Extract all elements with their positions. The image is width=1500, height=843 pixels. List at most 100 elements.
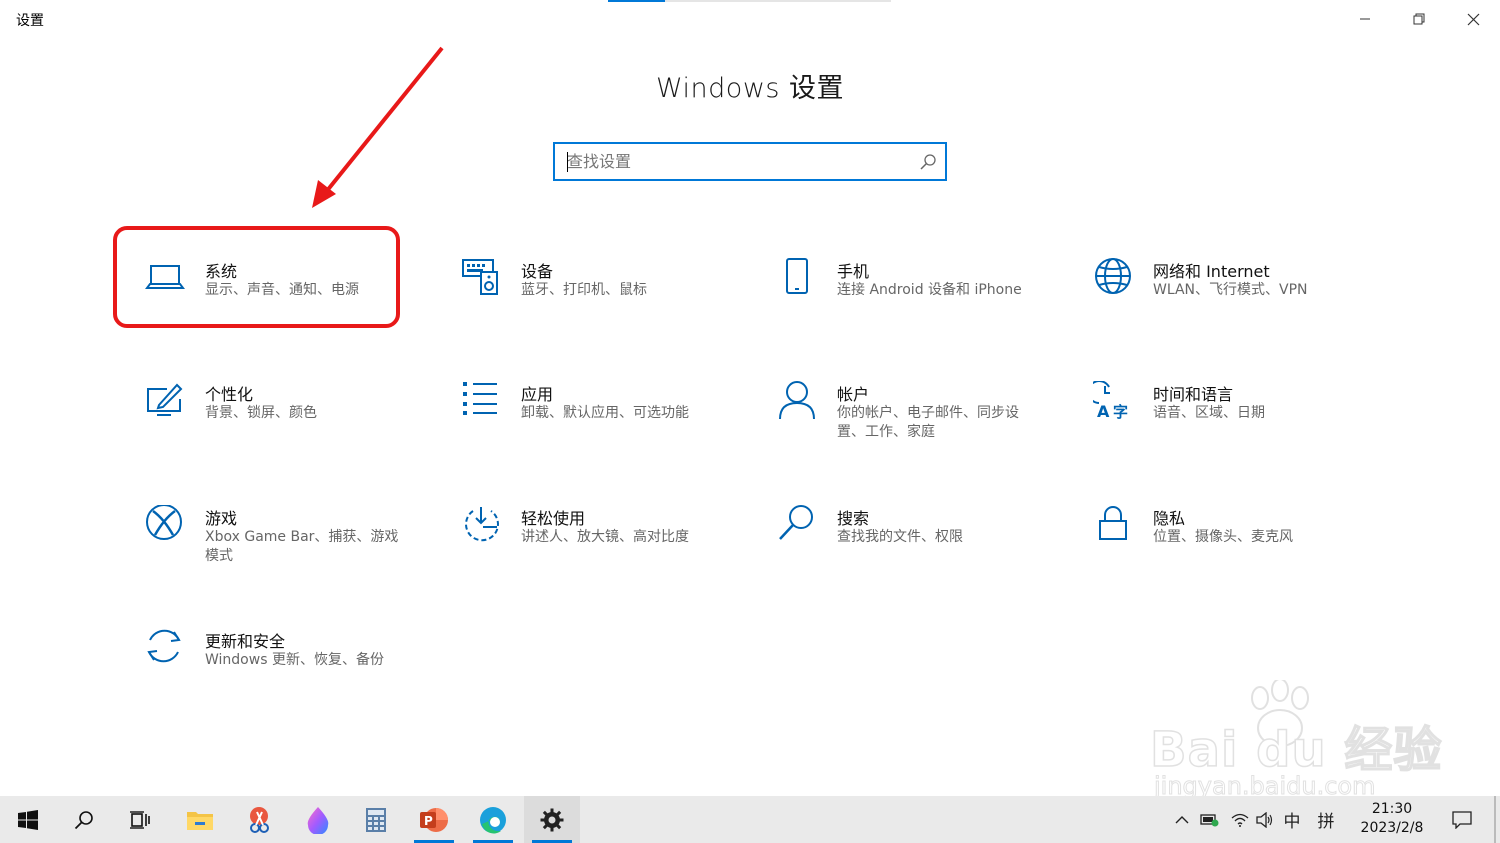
tile-description: 卸载、默认应用、可选功能	[521, 405, 689, 421]
paint-icon	[307, 806, 329, 834]
powerpoint-icon: P	[420, 807, 448, 832]
taskbar: P 中 拼 21:30 2023/2/8	[0, 796, 1500, 843]
settings-icon	[540, 808, 564, 831]
tile-description: 位置、摄像头、麦克风	[1153, 529, 1293, 545]
tile-privacy[interactable]: 隐私 位置、摄像头、麦克风	[1093, 505, 1393, 595]
page-title: Windows 设置	[655, 73, 845, 104]
tile-phone[interactable]: 手机 连接 Android 设备和 iPhone	[777, 258, 1077, 348]
annotation-highlight-box	[113, 226, 400, 328]
tile-network[interactable]: 网络和 Internet WLAN、飞行模式、VPN	[1093, 258, 1393, 348]
notification-icon	[1452, 810, 1472, 829]
pen-monitor-icon	[145, 381, 185, 421]
tile-personalization[interactable]: 个性化 背景、锁屏、颜色	[145, 381, 445, 471]
tile-title: 轻松使用	[521, 509, 586, 528]
start-icon	[18, 809, 38, 830]
volume-icon	[1256, 811, 1273, 828]
tile-accounts[interactable]: 帐户 你的帐户、电子邮件、同步设置、工作、家庭	[777, 381, 1077, 471]
tile-title: 游戏	[205, 509, 238, 528]
tile-update-security[interactable]: 更新和安全 Windows 更新、恢复、备份	[145, 628, 445, 718]
tile-title: 隐私	[1153, 509, 1186, 528]
keyboard-speaker-icon	[461, 258, 501, 298]
clock-date: 2023/2/8	[1360, 820, 1424, 836]
tile-description: 蓝牙、打印机、鼠标	[521, 282, 647, 298]
taskbar-search-button[interactable]	[56, 796, 112, 843]
svg-text:A: A	[1097, 402, 1110, 421]
tile-search[interactable]: 搜索 查找我的文件、权限	[777, 505, 1077, 595]
task-view-button[interactable]	[112, 796, 168, 843]
show-hidden-icons-button[interactable]	[1170, 796, 1194, 843]
edge-button[interactable]	[465, 796, 521, 843]
tile-gaming[interactable]: 游戏 Xbox Game Bar、捕获、游戏模式	[145, 505, 445, 595]
snipping-icon	[250, 806, 269, 833]
tile-description: 讲述人、放大镜、高对比度	[521, 529, 689, 545]
ease-of-access-icon	[461, 505, 501, 545]
restore-button[interactable]	[1392, 0, 1446, 38]
file-explorer-button[interactable]	[172, 796, 228, 843]
close-button[interactable]	[1446, 0, 1500, 38]
minimize-button[interactable]	[1338, 0, 1392, 38]
search-icon[interactable]	[919, 153, 937, 175]
volume-tray-button[interactable]	[1254, 796, 1276, 843]
xbox-icon	[145, 505, 185, 545]
tile-title: 应用	[521, 385, 554, 404]
edge-icon	[480, 806, 506, 833]
loading-track	[665, 0, 891, 2]
tile-ease-of-access[interactable]: 轻松使用 讲述人、放大镜、高对比度	[461, 505, 761, 595]
search-input[interactable]	[567, 144, 907, 179]
lock-icon	[1093, 505, 1133, 545]
search-icon	[74, 810, 93, 829]
snipping-tool-button[interactable]	[231, 796, 287, 843]
restore-icon	[1413, 13, 1425, 25]
tile-description: Xbox Game Bar、捕获、游戏模式	[205, 529, 399, 564]
wifi-icon	[1231, 813, 1249, 827]
app-list-icon	[461, 381, 501, 421]
globe-icon	[1093, 258, 1133, 298]
tile-title: 个性化	[205, 385, 254, 404]
search-box[interactable]	[553, 142, 947, 181]
tile-description: 背景、锁屏、颜色	[205, 405, 317, 421]
wifi-tray-button[interactable]	[1228, 796, 1252, 843]
tile-title: 手机	[837, 262, 870, 281]
taskbar-clock[interactable]: 21:30 2023/2/8	[1352, 800, 1432, 838]
phone-icon	[777, 258, 817, 298]
tile-title: 帐户	[837, 385, 870, 404]
tile-description: 查找我的文件、权限	[837, 529, 963, 545]
tile-title: 更新和安全	[205, 632, 286, 651]
file-explorer-icon	[187, 811, 213, 830]
person-icon	[777, 381, 817, 421]
svg-text:P: P	[424, 814, 433, 828]
tile-devices[interactable]: 设备 蓝牙、打印机、鼠标	[461, 258, 761, 348]
window-title: 设置	[16, 13, 44, 29]
tile-description: 你的帐户、电子邮件、同步设置、工作、家庭	[837, 405, 1019, 440]
title-bar: 设置	[0, 0, 1500, 38]
tile-title: 设备	[521, 262, 554, 281]
calculator-icon	[366, 807, 386, 832]
battery-tray-button[interactable]	[1198, 796, 1222, 843]
tile-description: 语音、区域、日期	[1153, 405, 1265, 421]
tile-description: Windows 更新、恢复、备份	[205, 652, 384, 668]
action-center-button[interactable]	[1440, 796, 1484, 843]
tile-time-language[interactable]: A字 时间和语言 语音、区域、日期	[1093, 381, 1393, 471]
calculator-button[interactable]	[348, 796, 404, 843]
start-button[interactable]	[0, 796, 56, 843]
task-view-icon	[130, 810, 150, 829]
settings-button[interactable]	[524, 796, 580, 843]
magnifier-icon	[777, 505, 817, 545]
battery-icon	[1200, 813, 1219, 826]
svg-text:字: 字	[1113, 403, 1128, 421]
baidu-watermark: Bai du 经验 jingyan.baidu.com	[1149, 680, 1442, 801]
chevron-up-icon	[1175, 815, 1189, 823]
paint-button[interactable]	[290, 796, 346, 843]
close-icon	[1467, 13, 1479, 25]
tile-title: 网络和 Internet	[1153, 262, 1270, 281]
show-desktop-button[interactable]	[1494, 796, 1496, 843]
watermark-main: Bai du 经验	[1149, 721, 1443, 779]
ime-mode-indicator[interactable]: 拼	[1314, 796, 1338, 843]
ime-language-indicator[interactable]: 中	[1280, 796, 1304, 843]
tile-description: WLAN、飞行模式、VPN	[1153, 282, 1308, 298]
powerpoint-button[interactable]: P	[406, 796, 462, 843]
loading-indicator	[608, 0, 665, 2]
clock-language-icon: A字	[1093, 381, 1133, 421]
tile-apps[interactable]: 应用 卸载、默认应用、可选功能	[461, 381, 761, 471]
text-caret	[567, 152, 568, 172]
